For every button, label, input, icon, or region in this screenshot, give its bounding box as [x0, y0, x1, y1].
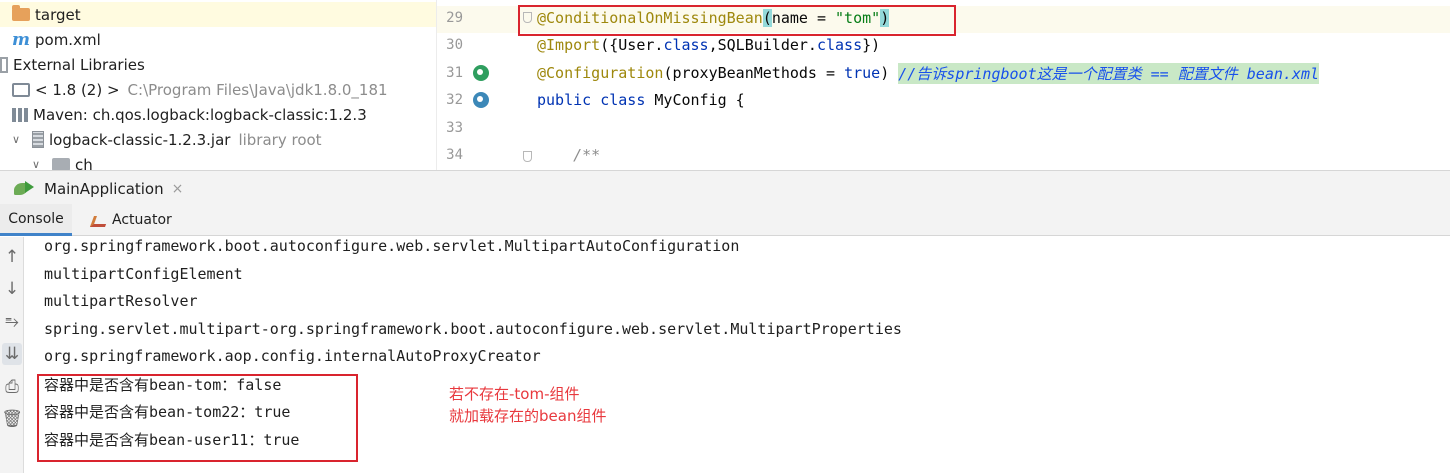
tab-console-label: Console: [8, 210, 64, 227]
code-token: ({User.: [600, 36, 664, 54]
code-line-30: @Import ({User. class ,SQLBuilder. class}): [537, 33, 880, 57]
actuator-icon: [90, 212, 106, 228]
line-number: 32: [446, 92, 463, 108]
annotation-line: 若不存在-tom-组件: [449, 385, 580, 403]
tree-item-ch[interactable]: ∨ ch: [0, 152, 436, 170]
print-icon[interactable]: ⎙: [2, 376, 22, 398]
maven-library-icon: [12, 107, 28, 122]
scroll-up-icon[interactable]: ↑: [2, 246, 22, 268]
scroll-to-end-icon[interactable]: ⇊: [2, 343, 22, 365]
code-token: ,SQLBuilder.: [708, 36, 817, 54]
project-tree: target m pom.xml External Libraries < 1.…: [0, 0, 436, 170]
scroll-down-icon[interactable]: ↓: [2, 278, 22, 300]
code-token: public class: [537, 91, 646, 109]
console-toolbar: ↑ ↓ ⥱ ⇊ ⎙ 🗑: [0, 237, 24, 473]
folder-icon: [12, 5, 30, 21]
close-icon[interactable]: ×: [172, 181, 184, 197]
tree-item-label: ch: [75, 155, 93, 171]
jar-icon: [32, 131, 44, 148]
code-token: class: [816, 36, 863, 54]
console-line: multipartConfigElement: [44, 265, 243, 283]
annotation-line: 就加载存在的bean组件: [449, 407, 607, 425]
soft-wrap-icon[interactable]: ⥱: [2, 311, 22, 333]
tree-item-label: External Libraries: [13, 55, 145, 74]
tree-item-label: target: [35, 5, 81, 24]
tree-item-jdk[interactable]: < 1.8 (2) > C:\Program Files\Java\jdk1.8…: [0, 77, 436, 102]
code-token: }): [862, 36, 881, 54]
code-line-34: /**: [537, 143, 600, 167]
code-token: class: [663, 36, 709, 54]
console-line: spring.servlet.multipart-org.springframe…: [44, 320, 902, 338]
run-tab-label: MainApplication: [44, 180, 164, 198]
code-comment: /**: [537, 146, 601, 164]
annotation-note: 若不存在-tom-组件 就加载存在的bean组件: [449, 383, 606, 427]
maven-file-icon: m: [12, 29, 30, 50]
spring-run-icon: [14, 181, 36, 197]
code-token: (proxyBeanMethods =: [663, 64, 845, 82]
jdk-icon: [12, 82, 30, 97]
package-folder-icon: [52, 158, 70, 170]
code-token: true: [844, 64, 881, 82]
code-token: ): [880, 64, 899, 82]
tree-item-label: Maven: ch.qos.logback:logback-classic:1.…: [33, 105, 367, 124]
tree-item-logback-jar[interactable]: ∨ logback-classic-1.2.3.jar library root: [0, 127, 436, 152]
line-number: 33: [446, 120, 463, 136]
tree-item-label: < 1.8 (2) >: [35, 80, 120, 99]
run-sub-tabs: Console Actuator: [0, 204, 1450, 236]
tree-item-target[interactable]: target: [0, 2, 436, 27]
clear-all-icon[interactable]: 🗑: [1, 408, 23, 430]
code-token: @Configuration: [537, 64, 664, 82]
chevron-down-icon[interactable]: ∨: [12, 133, 26, 146]
code-token: MyConfig {: [645, 91, 745, 109]
library-icon: [0, 56, 8, 73]
console-line: org.springframework.boot.autoconfigure.w…: [44, 237, 740, 255]
tree-item-pom-xml[interactable]: m pom.xml: [0, 27, 436, 52]
console-line: multipartResolver: [44, 292, 198, 310]
spring-bean-gutter-icon[interactable]: [473, 65, 489, 81]
fold-icon[interactable]: [523, 151, 532, 162]
line-number: 29: [446, 10, 463, 26]
highlight-box-results: [37, 374, 358, 462]
highlight-box-annotation: [518, 5, 956, 36]
tree-item-label: pom.xml: [35, 30, 101, 49]
code-line-32: public class MyConfig {: [537, 88, 745, 112]
tree-item-label: logback-classic-1.2.3.jar: [49, 130, 231, 149]
code-line-31: @Configuration (proxyBeanMethods = true) …: [537, 61, 1320, 85]
library-root-hint: library root: [238, 130, 322, 149]
console-line: org.springframework.aop.config.internalA…: [44, 347, 541, 365]
run-tool-window-header: MainApplication ×: [0, 170, 1450, 204]
tab-actuator[interactable]: Actuator: [90, 204, 172, 236]
run-tab-main-application[interactable]: MainApplication ×: [14, 177, 183, 201]
tree-item-external-libraries[interactable]: External Libraries: [0, 52, 436, 77]
tab-actuator-label: Actuator: [112, 212, 172, 228]
chevron-down-icon[interactable]: ∨: [32, 158, 46, 170]
line-number: 30: [446, 37, 463, 53]
tree-item-maven-logback[interactable]: Maven: ch.qos.logback:logback-classic:1.…: [0, 102, 436, 127]
code-token: @Import: [537, 36, 601, 54]
jdk-path: C:\Program Files\Java\jdk1.8.0_181: [127, 80, 388, 99]
line-number: 34: [446, 147, 463, 163]
tab-console[interactable]: Console: [0, 204, 72, 236]
line-number: 31: [446, 65, 463, 81]
spring-config-gutter-icon[interactable]: [473, 92, 489, 108]
code-comment: //告诉springboot这是一个配置类 == 配置文件 bean.xml: [898, 62, 1320, 84]
